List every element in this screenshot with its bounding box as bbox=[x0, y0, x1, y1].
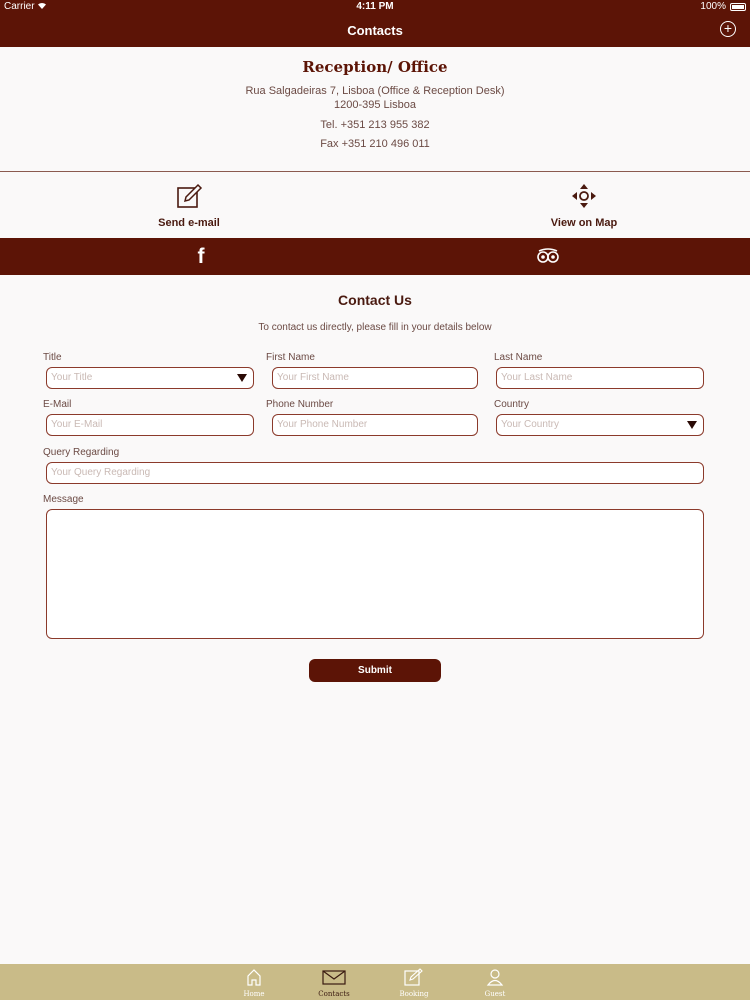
last-name-field[interactable]: Your Last Name bbox=[496, 367, 704, 389]
send-email-button[interactable]: Send e-mail bbox=[129, 181, 249, 229]
tab-home-label: Home bbox=[243, 990, 265, 998]
social-bar: f bbox=[0, 238, 750, 275]
chevron-down-icon bbox=[237, 374, 247, 382]
battery-icon bbox=[730, 3, 746, 11]
battery-percentage: 100% bbox=[700, 1, 726, 12]
envelope-icon bbox=[304, 967, 364, 987]
email-label: E-Mail bbox=[43, 399, 72, 410]
title-select[interactable]: Your Title bbox=[46, 367, 254, 389]
home-icon bbox=[224, 967, 284, 987]
guest-icon bbox=[465, 967, 525, 987]
tab-contacts[interactable]: Contacts bbox=[304, 967, 364, 998]
phone-placeholder: Your Phone Number bbox=[277, 419, 368, 430]
contact-form-title: Contact Us bbox=[338, 292, 412, 308]
address-line-1: Rua Salgadeiras 7, Lisboa (Office & Rece… bbox=[245, 85, 505, 97]
country-placeholder: Your Country bbox=[501, 419, 559, 430]
title-placeholder: Your Title bbox=[51, 372, 93, 383]
tab-contacts-label: Contacts bbox=[318, 990, 350, 998]
last-name-placeholder: Your Last Name bbox=[501, 372, 573, 383]
tripadvisor-icon[interactable] bbox=[536, 247, 560, 265]
office-heading: Reception/ Office bbox=[302, 58, 448, 76]
query-field[interactable]: Your Query Regarding bbox=[46, 462, 704, 484]
tab-home[interactable]: Home bbox=[224, 967, 284, 998]
first-name-field[interactable]: Your First Name bbox=[272, 367, 478, 389]
query-placeholder: Your Query Regarding bbox=[51, 467, 151, 478]
edit-icon bbox=[129, 181, 249, 211]
nav-bar: Contacts + bbox=[0, 14, 750, 47]
tab-guest[interactable]: Guest bbox=[465, 967, 525, 998]
country-select[interactable]: Your Country bbox=[496, 414, 704, 436]
facebook-icon[interactable]: f bbox=[193, 246, 209, 268]
telephone[interactable]: Tel. +351 213 955 382 bbox=[0, 119, 750, 131]
tab-booking[interactable]: Booking bbox=[384, 967, 444, 998]
first-name-label: First Name bbox=[266, 352, 315, 363]
send-email-label: Send e-mail bbox=[158, 217, 220, 229]
view-on-map-label: View on Map bbox=[550, 217, 618, 229]
tab-bar: Home Contacts Booking Guest bbox=[0, 964, 750, 1000]
first-name-placeholder: Your First Name bbox=[277, 372, 349, 383]
tab-booking-label: Booking bbox=[399, 990, 429, 998]
map-navigation-icon bbox=[524, 181, 644, 211]
phone-label: Phone Number bbox=[266, 399, 334, 410]
status-bar: Carrier 4:11 PM 100% bbox=[0, 0, 750, 14]
page-title: Contacts bbox=[347, 23, 403, 38]
address-line-2: 1200-395 Lisboa bbox=[334, 99, 416, 111]
divider bbox=[0, 171, 750, 172]
plus-circle-icon[interactable]: + bbox=[720, 21, 736, 37]
country-label: Country bbox=[494, 399, 530, 410]
tab-guest-label: Guest bbox=[484, 990, 506, 998]
phone-field[interactable]: Your Phone Number bbox=[272, 414, 478, 436]
submit-button[interactable]: Submit bbox=[309, 659, 441, 682]
booking-icon bbox=[384, 967, 444, 987]
email-field[interactable]: Your E-Mail bbox=[46, 414, 254, 436]
message-label: Message bbox=[43, 494, 84, 505]
query-label: Query Regarding bbox=[43, 447, 120, 458]
message-textarea[interactable] bbox=[46, 509, 704, 639]
contact-form-subtitle: To contact us directly, please fill in y… bbox=[258, 322, 492, 333]
fax: Fax +351 210 496 011 bbox=[320, 138, 430, 150]
last-name-label: Last Name bbox=[494, 352, 543, 363]
title-label: Title bbox=[43, 352, 62, 363]
clock: 4:11 PM bbox=[356, 1, 394, 12]
email-placeholder: Your E-Mail bbox=[51, 419, 103, 430]
view-on-map-button[interactable]: View on Map bbox=[524, 181, 644, 229]
chevron-down-icon bbox=[687, 421, 697, 429]
